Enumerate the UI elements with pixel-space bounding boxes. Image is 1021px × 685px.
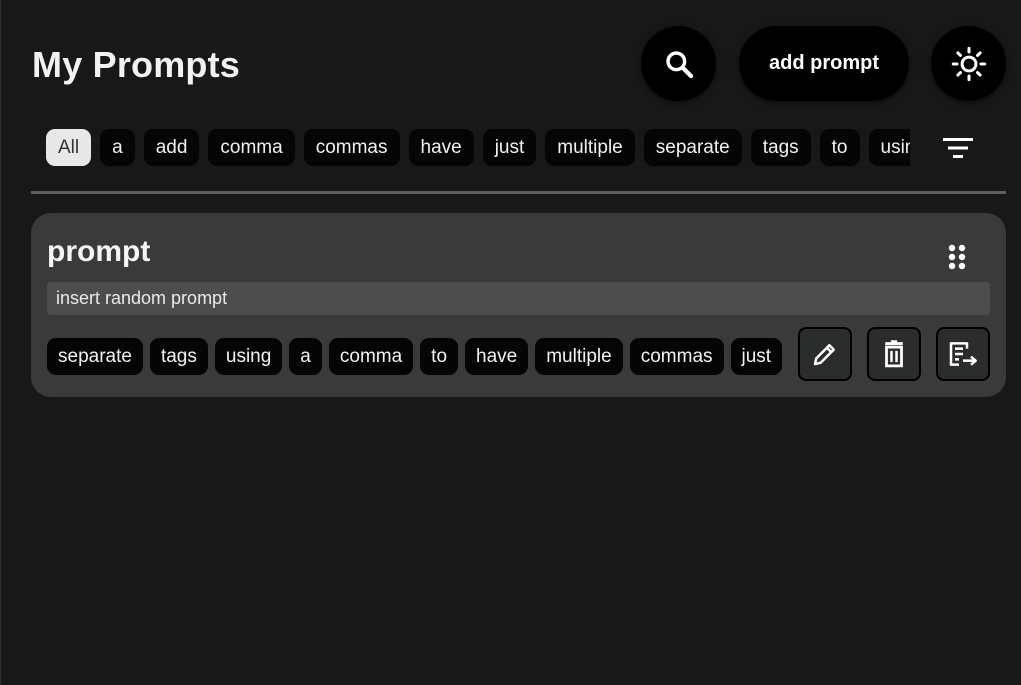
sun-icon	[951, 46, 986, 81]
search-icon	[665, 50, 693, 78]
tag-filter-bar[interactable]: All a add comma commas have just multiple separa…	[46, 129, 910, 167]
prompt-tag: commas	[629, 338, 724, 375]
filter-button[interactable]	[940, 133, 976, 163]
window-edge	[0, 0, 1, 685]
drag-handle[interactable]	[945, 243, 969, 271]
filter-chip[interactable]: have	[408, 129, 474, 166]
edit-icon	[813, 344, 835, 366]
prompt-tag: to	[420, 338, 459, 375]
search-button[interactable]	[641, 26, 716, 101]
prompt-tag: separate	[47, 338, 143, 375]
prompt-tag: comma	[328, 338, 414, 375]
prompt-title: prompt	[47, 235, 151, 268]
prompt-tag: using	[214, 338, 283, 375]
edit-button[interactable]	[798, 327, 852, 381]
filter-chip[interactable]: separate	[643, 129, 742, 166]
divider	[31, 191, 1006, 194]
filter-chip[interactable]: using	[868, 129, 910, 166]
prompt-tag: have	[465, 338, 529, 375]
filter-chip[interactable]: comma	[208, 129, 295, 166]
delete-icon	[885, 340, 903, 368]
send-to-prompt-icon	[949, 342, 977, 366]
filter-chip[interactable]: a	[100, 129, 135, 166]
filter-icon	[943, 138, 973, 158]
prompt-text: insert random prompt	[47, 282, 990, 315]
filter-chip[interactable]: to	[819, 129, 860, 166]
prompt-tag: just	[730, 338, 783, 375]
prompt-tags: separate tags using a comma to have multiple com…	[47, 338, 783, 376]
drag-dots-icon	[948, 244, 966, 270]
prompt-tag: tags	[149, 338, 208, 375]
prompt-tag: multiple	[535, 338, 623, 375]
prompt-card: prompt insert random prompt separate tags…	[31, 213, 1006, 397]
theme-toggle-button[interactable]	[931, 26, 1006, 101]
filter-chip[interactable]: tags	[750, 129, 811, 166]
delete-button[interactable]	[867, 327, 921, 381]
filter-chip[interactable]: commas	[303, 129, 400, 166]
filter-chip[interactable]: multiple	[545, 129, 635, 166]
prompt-tag: a	[289, 338, 322, 375]
send-to-prompt-button[interactable]	[936, 327, 990, 381]
filter-chip[interactable]: All	[46, 129, 92, 166]
filter-chip[interactable]: just	[482, 129, 537, 166]
page-title: My Prompts	[32, 44, 241, 85]
filter-chip[interactable]: add	[143, 129, 200, 166]
add-prompt-button[interactable]: add prompt	[739, 26, 909, 101]
